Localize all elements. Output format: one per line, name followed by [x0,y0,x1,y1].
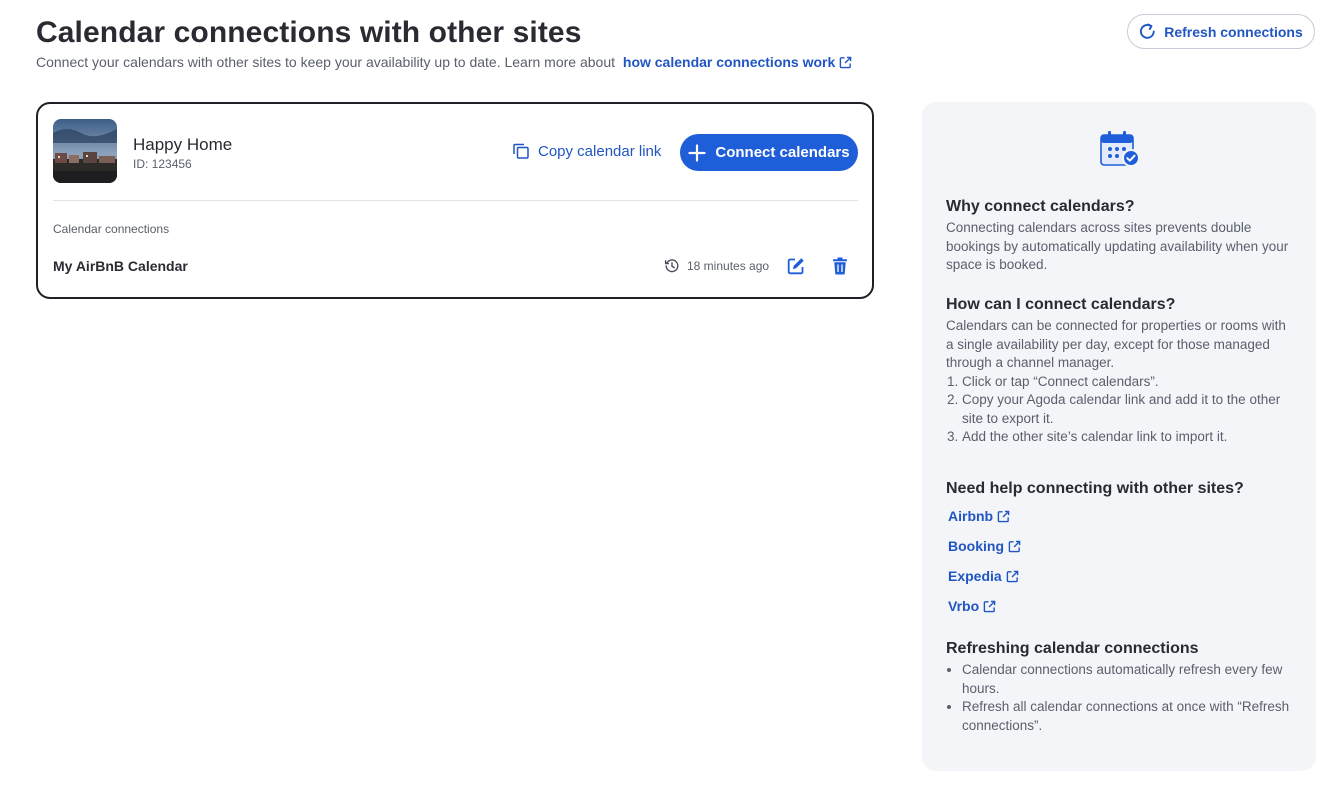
expedia-link-label: Expedia [948,568,1002,584]
refresh-icon [1140,23,1155,39]
external-link-icon [997,510,1010,522]
delete-connection-button[interactable] [830,256,850,276]
copy-calendar-link-label: Copy calendar link [538,142,662,160]
learn-more-label: how calendar connections work [622,54,836,70]
calendar-check-icon [1100,131,1140,167]
how-connect-text: Calendars can be connected for propertie… [946,318,1286,370]
connect-calendars-label: Connect calendars [715,144,850,161]
refreshing-bullets: Calendar connections automatically refre… [946,661,1296,735]
other-sites-links: Airbnb Booking Expedia Vrbo [946,501,1296,621]
refresh-connections-label: Refresh connections [1164,23,1303,40]
list-item: Calendar connections automatically refre… [962,661,1296,698]
list-item: Refresh all calendar connections at once… [962,698,1296,735]
trash-icon [833,257,847,275]
subtitle-text: Connect your calendars with other sites … [36,54,615,70]
calendar-connections-label: Calendar connections [53,222,170,236]
how-connect-heading: How can I connect calendars? [946,296,1176,313]
property-name: Happy Home [133,135,233,154]
connection-last-sync: 18 minutes ago [664,258,769,274]
property-thumbnail [53,119,117,183]
property-id: ID: 123456 [133,157,192,171]
why-connect-heading: Why connect calendars? [946,198,1135,215]
vrbo-link[interactable]: Vrbo [946,598,996,614]
list-item: Copy your Agoda calendar link and add it… [962,391,1296,428]
connect-calendars-button[interactable]: Connect calendars [680,134,858,171]
why-connect-section: Why connect calendars? Connecting calend… [946,198,1296,275]
other-sites-heading: Need help connecting with other sites? [946,480,1244,497]
history-icon [664,259,679,273]
copy-calendar-link-button[interactable]: Copy calendar link [512,142,661,160]
booking-link-label: Booking [948,538,1004,554]
external-link-icon [983,600,996,612]
learn-more-link[interactable]: how calendar connections work [623,54,852,70]
refresh-connections-button[interactable]: Refresh connections [1127,14,1315,49]
property-card: Happy Home ID: 123456 Copy calendar link… [36,102,874,299]
refreshing-section: Refreshing calendar connections Calendar… [946,640,1296,735]
page-subtitle: Connect your calendars with other sites … [36,54,852,70]
edit-connection-button[interactable] [786,256,806,276]
copy-icon [513,143,529,159]
connection-name: My AirBnB Calendar [53,258,188,274]
list-item: Add the other site’s calendar link to im… [962,428,1296,447]
card-divider [53,200,858,201]
external-link-icon [1006,570,1019,582]
why-connect-text: Connecting calendars across sites preven… [946,220,1289,272]
airbnb-link-label: Airbnb [948,508,994,524]
external-link-icon [839,56,852,69]
refreshing-heading: Refreshing calendar connections [946,640,1199,657]
expedia-link[interactable]: Expedia [946,568,1019,584]
last-sync-text: 18 minutes ago [687,259,770,273]
how-connect-steps: Click or tap “Connect calendars”. Copy y… [946,373,1296,447]
other-sites-section: Need help connecting with other sites? A… [946,480,1296,621]
airbnb-link[interactable]: Airbnb [946,508,1010,524]
external-link-icon [1008,540,1021,552]
plus-icon [688,143,706,162]
booking-link[interactable]: Booking [946,538,1021,554]
help-panel: Why connect calendars? Connecting calend… [922,102,1316,771]
vrbo-link-label: Vrbo [948,598,980,614]
edit-icon [787,258,804,275]
page-title: Calendar connections with other sites [36,16,582,49]
list-item: Click or tap “Connect calendars”. [962,373,1296,392]
how-connect-section: How can I connect calendars? Calendars c… [946,296,1296,447]
